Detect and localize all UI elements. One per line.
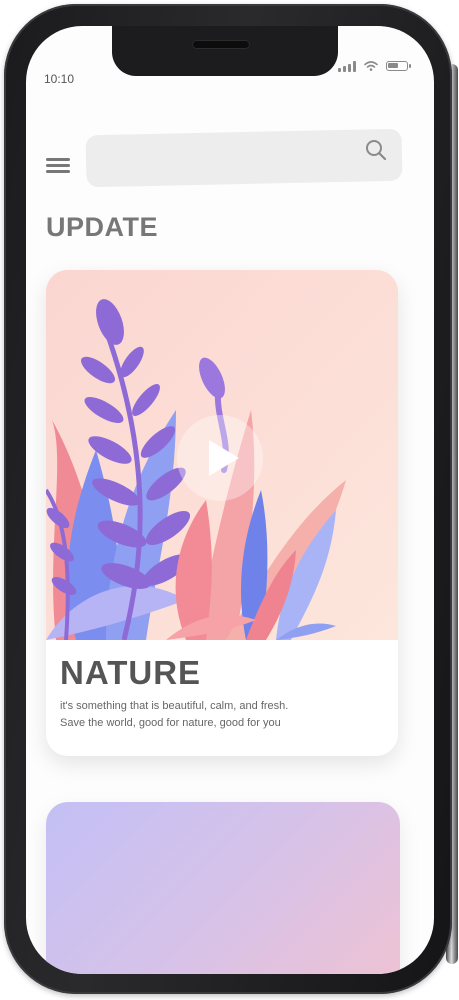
status-icons: [338, 60, 411, 72]
play-icon: [209, 440, 239, 476]
app-screen: 10:10 UPDATE NATURE it's something that …: [26, 26, 434, 974]
card-illustration: [46, 270, 398, 640]
signal-icon: [338, 60, 356, 72]
status-time: 10:10: [44, 72, 75, 86]
nature-card[interactable]: NATURE it's something that is beautiful,…: [46, 270, 398, 756]
search-icon[interactable]: [364, 138, 388, 162]
card-title: NATURE: [60, 654, 202, 691]
card-description-line: Save the world, good for nature, good fo…: [60, 717, 281, 729]
phone-frame: 10:10 UPDATE NATURE it's something that …: [4, 4, 458, 994]
search-input[interactable]: [85, 128, 403, 188]
battery-icon: [386, 61, 411, 71]
notch: [112, 26, 338, 76]
card-description: it's something that is beautiful, calm, …: [60, 698, 390, 732]
wifi-icon: [364, 61, 378, 71]
menu-button[interactable]: [46, 158, 70, 174]
speaker-grille: [192, 40, 250, 49]
play-button[interactable]: [177, 415, 263, 501]
card-description-line: it's something that is beautiful, calm, …: [60, 700, 289, 712]
section-title: UPDATE: [46, 212, 159, 242]
next-card[interactable]: [46, 802, 400, 974]
battery-level: [388, 63, 398, 68]
